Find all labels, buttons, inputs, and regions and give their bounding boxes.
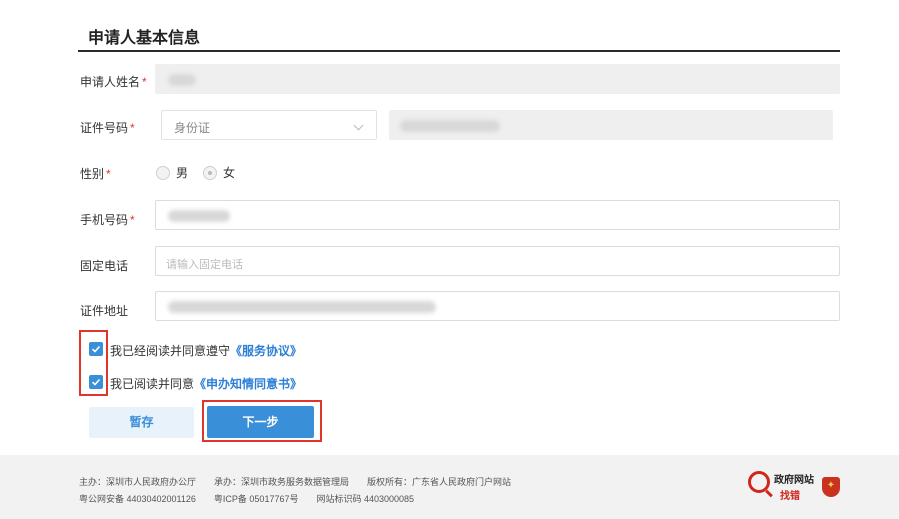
party-emblem-icon[interactable]: ✦ <box>822 477 840 497</box>
radio-circle-selected <box>203 165 217 180</box>
footer-line-2: 粤公网安备 44030402001126 粤ICP备 05017767号 网站标识码… <box>79 492 432 505</box>
check-icon <box>91 345 101 353</box>
phone-label: 手机号码 * <box>80 213 135 227</box>
required-mark: * <box>106 167 111 181</box>
consent-link[interactable]: 《申办知情同意书》 <box>194 377 302 391</box>
badge-title: 政府网站 <box>774 475 814 486</box>
agreement-label: 我已经阅读并同意遵守 <box>110 344 231 358</box>
chevron-down-icon <box>353 120 364 131</box>
save-button[interactable]: 暂存 <box>89 407 194 438</box>
id-type-value: 身份证 <box>174 121 211 135</box>
redacted-value <box>400 120 500 132</box>
footer-copyright: 版权所有：广东省人民政府门户网站 <box>367 477 512 487</box>
footer: 主办：深圳市人民政府办公厅 承办：深圳市政务服务数据管理局 版权所有：广东省人民政府… <box>0 455 899 519</box>
phone-field[interactable] <box>155 200 840 230</box>
required-mark: * <box>130 121 135 135</box>
section-header: 申请人基本信息 <box>78 16 840 52</box>
address-label: 证件地址 <box>80 304 129 318</box>
radio-label: 女 <box>223 166 236 180</box>
consent-text: 我已阅读并同意《申办知情同意书》 <box>110 375 302 392</box>
gender-label: 性别 * <box>80 167 111 181</box>
landline-placeholder: 请输入固定电话 <box>166 259 243 271</box>
gender-radio-male[interactable]: 男 <box>156 164 188 181</box>
gov-error-report-badge[interactable]: 政府网站 找错 <box>748 469 816 503</box>
redacted-value <box>168 210 230 222</box>
footer-host: 主办：深圳市人民政府办公厅 <box>79 477 197 487</box>
service-agreement-checkbox[interactable] <box>89 342 103 356</box>
badge-subtitle: 找错 <box>780 491 800 502</box>
footer-site-code: 网站标识码 4403000085 <box>316 494 415 504</box>
name-label: 申请人姓名 * <box>80 75 147 89</box>
address-field[interactable] <box>155 291 840 321</box>
landline-label: 固定电话 <box>80 259 129 273</box>
service-agreement-text: 我已经阅读并同意遵守《服务协议》 <box>110 342 302 359</box>
radio-label: 男 <box>176 166 189 180</box>
gender-radio-female[interactable]: 女 <box>203 164 235 181</box>
redacted-value <box>168 301 436 313</box>
footer-organizer: 承办：深圳市政务服务数据管理局 <box>214 477 350 487</box>
name-field[interactable] <box>155 64 840 94</box>
consent-checkbox[interactable] <box>89 375 103 389</box>
required-mark: * <box>130 213 135 227</box>
id-number-field[interactable] <box>389 110 833 140</box>
id-type-select[interactable]: 身份证 <box>161 110 377 140</box>
footer-icp: 粤ICP备 05017767号 <box>213 494 299 504</box>
footer-police-record: 粤公网安备 44030402001126 <box>79 494 196 504</box>
agreement-label: 我已阅读并同意 <box>110 377 195 391</box>
id-label: 证件号码 * <box>80 121 135 135</box>
radio-circle <box>156 165 170 180</box>
check-icon <box>91 378 101 386</box>
magnifier-icon <box>748 471 770 493</box>
section-title: 申请人基本信息 <box>88 30 201 47</box>
footer-line-1: 主办：深圳市人民政府办公厅 承办：深圳市政务服务数据管理局 版权所有：广东省人民政府… <box>79 475 529 488</box>
redacted-value <box>168 74 196 86</box>
service-agreement-link[interactable]: 《服务协议》 <box>230 344 302 358</box>
required-mark: * <box>142 75 147 89</box>
landline-field[interactable]: 请输入固定电话 <box>155 246 840 276</box>
next-button[interactable]: 下一步 <box>207 406 314 438</box>
